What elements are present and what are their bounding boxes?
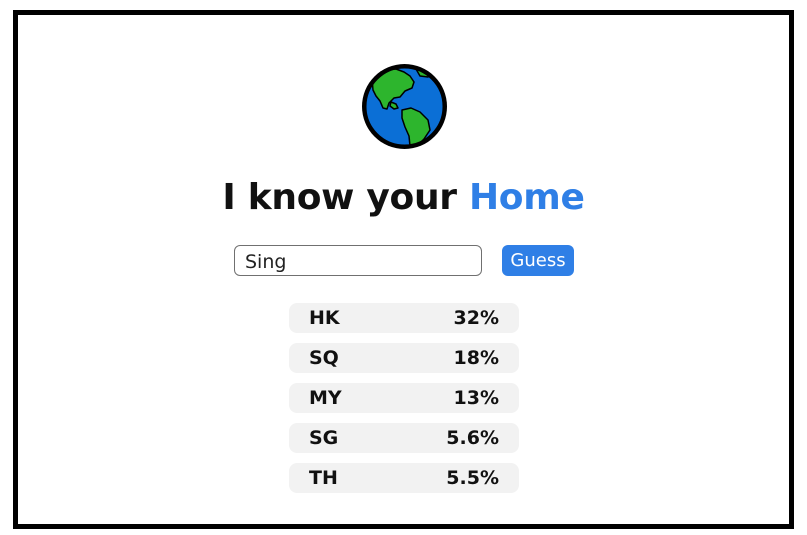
app-frame: I know your Home Guess HK 32% SQ 18% MY … xyxy=(13,10,794,529)
country-code: HK xyxy=(309,307,340,329)
result-row: SG 5.6% xyxy=(289,423,519,453)
globe-americas-icon xyxy=(358,60,451,153)
guess-form: Guess xyxy=(234,243,579,277)
country-code: SG xyxy=(309,427,339,449)
country-code: SQ xyxy=(309,347,339,369)
page-title: I know your Home xyxy=(18,177,789,218)
probability: 32% xyxy=(453,307,499,329)
result-row: MY 13% xyxy=(289,383,519,413)
probability: 13% xyxy=(453,387,499,409)
probability: 5.5% xyxy=(446,467,499,489)
result-row: SQ 18% xyxy=(289,343,519,373)
guess-input[interactable] xyxy=(234,245,482,276)
country-code: MY xyxy=(309,387,342,409)
results-list: HK 32% SQ 18% MY 13% SG 5.6% TH 5.5% xyxy=(289,303,519,503)
result-row: TH 5.5% xyxy=(289,463,519,493)
result-row: HK 32% xyxy=(289,303,519,333)
country-code: TH xyxy=(309,467,338,489)
guess-button[interactable]: Guess xyxy=(502,245,574,276)
probability: 5.6% xyxy=(446,427,499,449)
title-accent: Home xyxy=(468,177,585,218)
probability: 18% xyxy=(453,347,499,369)
title-prefix: I know your xyxy=(222,177,457,218)
